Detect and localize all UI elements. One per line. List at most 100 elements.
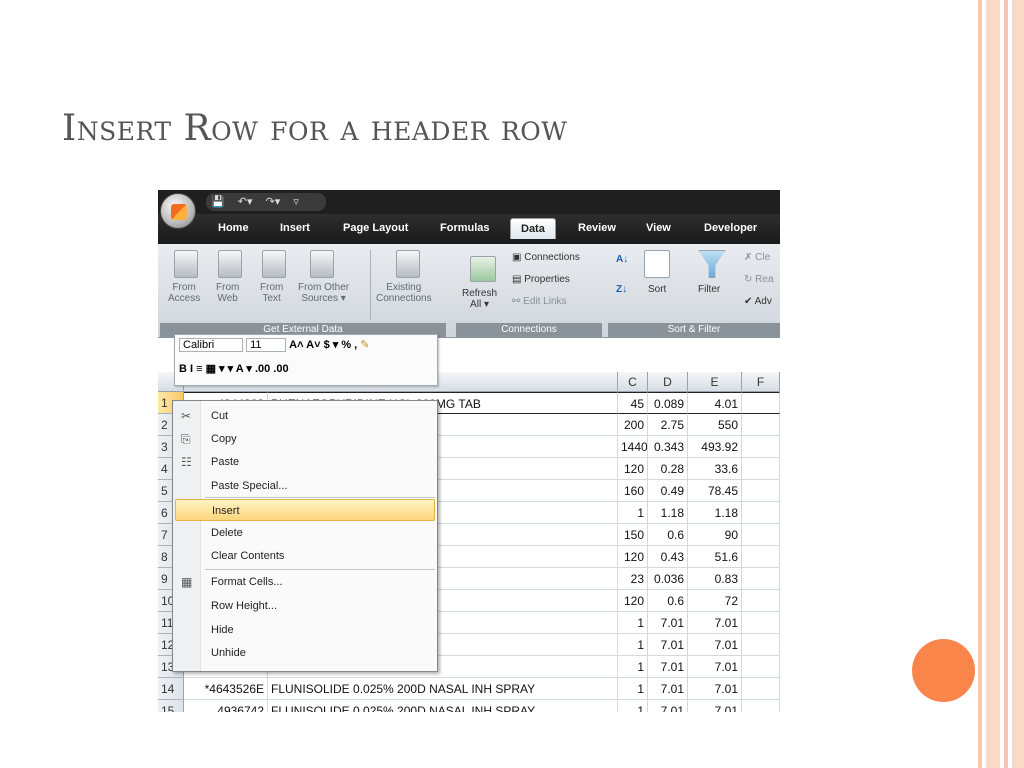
cell-quantity[interactable]: 1 xyxy=(618,502,648,524)
cell-empty[interactable] xyxy=(742,590,780,612)
menu-item-paste[interactable]: ☷ Paste xyxy=(175,451,435,473)
cell-unit-price[interactable]: 7.01 xyxy=(648,634,688,656)
cell-total[interactable]: 550 xyxy=(688,414,742,436)
menu-item-insert[interactable]: Insert xyxy=(175,499,435,521)
cell-id[interactable]: *4643526E xyxy=(184,678,268,700)
menu-item-delete[interactable]: Delete xyxy=(175,522,435,544)
column-header-e[interactable]: E xyxy=(688,372,742,392)
cell-total[interactable]: 7.01 xyxy=(688,700,742,712)
cell-quantity[interactable]: 1 xyxy=(618,700,648,712)
tab-formulas[interactable]: Formulas xyxy=(440,222,490,234)
cell-empty[interactable] xyxy=(742,678,780,700)
cell-total[interactable]: 7.01 xyxy=(688,678,742,700)
cell-total[interactable]: 4.01 xyxy=(688,392,742,414)
column-header-c[interactable]: C xyxy=(618,372,648,392)
cell-total[interactable]: 1.18 xyxy=(688,502,742,524)
cell-empty[interactable] xyxy=(742,612,780,634)
cell-unit-price[interactable]: 1.18 xyxy=(648,502,688,524)
reapply-button[interactable]: ↻ Rea xyxy=(744,274,774,285)
refresh-all-button[interactable]: Refresh All ▾ xyxy=(462,288,497,310)
menu-item-paste-special[interactable]: Paste Special... xyxy=(175,475,435,497)
cell-unit-price[interactable]: 0.089 xyxy=(648,392,688,414)
column-header-d[interactable]: D xyxy=(648,372,688,392)
tab-developer[interactable]: Developer xyxy=(704,222,757,234)
existing-connections-button[interactable]: Existing Connections xyxy=(376,282,432,304)
cell-quantity[interactable]: 1440 xyxy=(618,436,648,458)
cell-empty[interactable] xyxy=(742,502,780,524)
cell-id[interactable]: 4936742 xyxy=(184,700,268,712)
cell-empty[interactable] xyxy=(742,700,780,712)
cell-total[interactable]: 7.01 xyxy=(688,634,742,656)
cell-quantity[interactable]: 120 xyxy=(618,458,648,480)
tab-data[interactable]: Data xyxy=(510,218,556,239)
from-text-button[interactable]: From Text xyxy=(260,282,283,304)
cell-empty[interactable] xyxy=(742,392,780,414)
font-size-dropdown[interactable]: 11 xyxy=(246,338,287,352)
cell-quantity[interactable]: 1 xyxy=(618,678,648,700)
office-button[interactable] xyxy=(160,193,196,229)
sort-az-icon[interactable]: A↓ xyxy=(616,254,628,265)
font-format-controls[interactable]: A˄ A˅ $ ▾ % , xyxy=(289,339,357,351)
connections-button[interactable]: ▣ Connections xyxy=(512,252,580,263)
cell-quantity[interactable]: 1 xyxy=(618,634,648,656)
cell-unit-price[interactable]: 7.01 xyxy=(648,700,688,712)
menu-item-cut[interactable]: ✂ Cut xyxy=(175,405,435,427)
clear-button[interactable]: ✗ Cle xyxy=(744,252,770,263)
tab-view[interactable]: View xyxy=(646,222,671,234)
advanced-button[interactable]: ✔ Adv xyxy=(744,296,772,307)
format-painter-icon[interactable]: ✎ xyxy=(360,339,369,351)
cell-empty[interactable] xyxy=(742,524,780,546)
cell-unit-price[interactable]: 0.43 xyxy=(648,546,688,568)
from-access-button[interactable]: From Access xyxy=(168,282,200,304)
cell-empty[interactable] xyxy=(742,414,780,436)
from-other-sources-button[interactable]: From Other Sources ▾ xyxy=(298,282,349,304)
cell-unit-price[interactable]: 2.75 xyxy=(648,414,688,436)
cell-empty[interactable] xyxy=(742,436,780,458)
menu-item-format-cells[interactable]: ▦ Format Cells... xyxy=(175,571,435,593)
menu-item-hide[interactable]: Hide xyxy=(175,619,435,641)
tab-page-layout[interactable]: Page Layout xyxy=(343,222,408,234)
font-name-dropdown[interactable]: Calibri xyxy=(179,338,243,352)
cell-quantity[interactable]: 120 xyxy=(618,546,648,568)
edit-links-button[interactable]: ⚯ Edit Links xyxy=(512,296,567,307)
filter-button[interactable]: Filter xyxy=(698,284,720,295)
cell-total[interactable]: 90 xyxy=(688,524,742,546)
menu-item-copy[interactable]: ⎘ Copy xyxy=(175,428,435,450)
cell-quantity[interactable]: 160 xyxy=(618,480,648,502)
cell-quantity[interactable]: 120 xyxy=(618,590,648,612)
cell-description[interactable]: FLUNISOLIDE 0.025% 200D NASAL INH SPRAY xyxy=(268,700,618,712)
mini-toolbar-row2[interactable]: B I ≡ ▦ ▾ ▾ A ▾ .00 .00 xyxy=(179,362,289,375)
cell-description[interactable]: FLUNISOLIDE 0.025% 200D NASAL INH SPRAY xyxy=(268,678,618,700)
menu-item-unhide[interactable]: Unhide xyxy=(175,642,435,664)
column-header-f[interactable]: F xyxy=(742,372,780,392)
cell-empty[interactable] xyxy=(742,546,780,568)
cell-total[interactable]: 72 xyxy=(688,590,742,612)
cell-unit-price[interactable]: 7.01 xyxy=(648,612,688,634)
cell-unit-price[interactable]: 0.6 xyxy=(648,524,688,546)
cell-total[interactable]: 33.6 xyxy=(688,458,742,480)
redo-icon[interactable]: ↷▾ xyxy=(261,193,286,210)
properties-button[interactable]: ▤ Properties xyxy=(512,274,570,285)
save-icon[interactable]: 💾 xyxy=(206,193,230,210)
cell-empty[interactable] xyxy=(742,634,780,656)
from-web-button[interactable]: From Web xyxy=(216,282,239,304)
menu-item-row-height[interactable]: Row Height... xyxy=(175,595,435,617)
tab-insert[interactable]: Insert xyxy=(280,222,310,234)
cell-unit-price[interactable]: 0.036 xyxy=(648,568,688,590)
cell-total[interactable]: 493.92 xyxy=(688,436,742,458)
cell-unit-price[interactable]: 7.01 xyxy=(648,678,688,700)
tab-review[interactable]: Review xyxy=(578,222,616,234)
cell-quantity[interactable]: 150 xyxy=(618,524,648,546)
row-header[interactable]: 15 xyxy=(158,700,184,712)
cell-unit-price[interactable]: 0.343 xyxy=(648,436,688,458)
cell-unit-price[interactable]: 7.01 xyxy=(648,656,688,678)
cell-empty[interactable] xyxy=(742,458,780,480)
customize-icon[interactable]: ▿ xyxy=(288,193,304,210)
cell-unit-price[interactable]: 0.6 xyxy=(648,590,688,612)
menu-item-clear-contents[interactable]: Clear Contents xyxy=(175,545,435,567)
row-header[interactable]: 14 xyxy=(158,678,184,700)
cell-total[interactable]: 7.01 xyxy=(688,612,742,634)
cell-quantity[interactable]: 45 xyxy=(618,392,648,414)
cell-empty[interactable] xyxy=(742,568,780,590)
cell-quantity[interactable]: 200 xyxy=(618,414,648,436)
